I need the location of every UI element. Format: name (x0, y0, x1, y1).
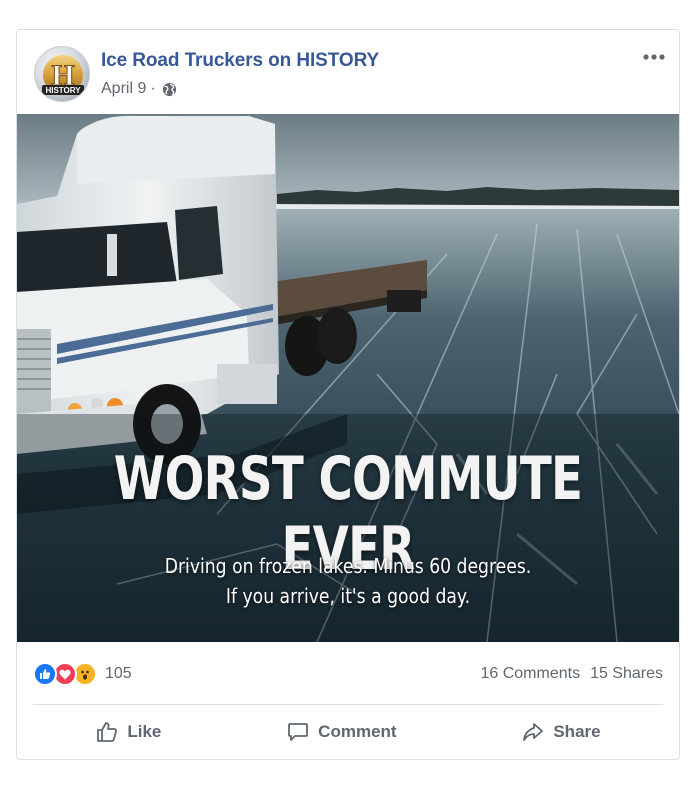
image-subline-1: Driving on frozen lakes. Minus 60 degree… (164, 554, 532, 578)
actions-divider (33, 704, 663, 705)
more-options-icon (643, 54, 665, 60)
page-avatar[interactable]: H HISTORY (34, 46, 90, 102)
share-label: Share (553, 722, 601, 741)
comment-share-counts: 16 Comments 15 Shares (480, 665, 663, 683)
history-logo-icon: H HISTORY (42, 55, 84, 95)
like-icon (33, 662, 57, 686)
more-options-button[interactable] (641, 44, 667, 70)
shares-count-link[interactable]: 15 Shares (590, 665, 663, 683)
image-subline-2: If you arrive, it's a good day. (225, 584, 471, 608)
globe-icon[interactable] (162, 82, 177, 97)
comment-button[interactable]: Comment (274, 714, 408, 750)
share-button[interactable]: Share (509, 714, 612, 750)
meta-separator: · (150, 80, 156, 97)
comment-bubble-icon (288, 723, 309, 741)
comment-label: Comment (318, 722, 397, 741)
like-label: Like (127, 722, 162, 741)
reaction-count: 105 (105, 665, 132, 682)
thumbs-up-icon (97, 722, 118, 742)
post-header: H HISTORY Ice Road Truckers on HISTORY A… (17, 30, 679, 114)
post-date[interactable]: April 9 (101, 80, 146, 98)
post-actions: Like Comment Share (33, 710, 663, 754)
engagement-stats: 105 16 Comments 15 Shares (33, 658, 663, 690)
comments-count-link[interactable]: 16 Comments (480, 665, 580, 683)
post-image[interactable]: WORST COMMUTE EVER Driving on frozen lak… (17, 114, 679, 642)
share-arrow-icon (523, 723, 544, 741)
post-card: H HISTORY Ice Road Truckers on HISTORY A… (16, 29, 680, 760)
logo-text: HISTORY (45, 86, 81, 95)
page-name-link[interactable]: Ice Road Truckers on HISTORY (101, 50, 379, 72)
like-button[interactable]: Like (83, 714, 173, 750)
post-meta: April 9 · (101, 80, 177, 98)
reactions-summary[interactable]: 105 (33, 662, 132, 686)
